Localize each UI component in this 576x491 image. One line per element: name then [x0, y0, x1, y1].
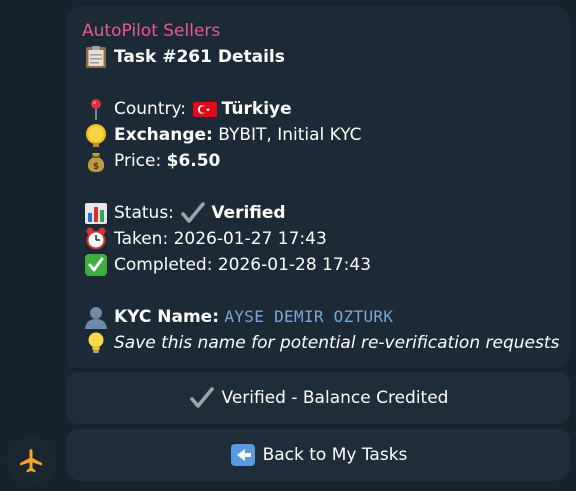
bar-chart-icon — [82, 201, 110, 225]
exchange-line: Exchange: BYBIT, Initial KYC — [82, 122, 554, 148]
country-value: Türkiye — [221, 99, 292, 119]
taken-line: Taken: 2026-01-27 17:43 — [82, 226, 554, 252]
task-title: Task #261 Details — [114, 47, 285, 67]
svg-text:$: $ — [93, 162, 99, 172]
price-value: $6.50 — [166, 151, 221, 171]
exchange-value: BYBIT, Initial KYC — [218, 125, 362, 145]
country-line: Country: Türkiye — [82, 96, 554, 122]
airplane-icon — [17, 447, 45, 475]
money-bag-icon: $ — [82, 149, 110, 173]
note-text: Save this name for potential re-verifica… — [114, 333, 560, 353]
completed-text: Completed: 2026-01-28 17:43 — [114, 255, 372, 275]
status-value: Verified — [211, 203, 286, 223]
verified-button-label: Verified - Balance Credited — [221, 388, 449, 408]
message-bubble: AutoPilot Sellers Task #261 Details Coun… — [66, 6, 570, 368]
price-label: Price: — [114, 151, 162, 171]
check-box-icon — [82, 253, 110, 277]
pin-icon — [82, 97, 110, 121]
turkey-flag-icon — [191, 97, 218, 121]
clipboard-icon — [82, 45, 110, 69]
check-mark-icon — [188, 386, 216, 410]
verified-balance-credited-button[interactable]: Verified - Balance Credited — [66, 372, 570, 424]
completed-line: Completed: 2026-01-28 17:43 — [82, 252, 554, 278]
back-button-label: Back to My Tasks — [262, 445, 408, 465]
status-label: Status: — [114, 203, 174, 223]
bot-avatar[interactable] — [6, 436, 56, 486]
kyc-name-value[interactable]: AYSE DEMIR OZTURK — [224, 304, 393, 330]
note-line: Save this name for potential re-verifica… — [82, 330, 559, 356]
light-bulb-icon — [82, 331, 110, 355]
alarm-clock-icon — [82, 227, 110, 251]
kyc-line: KYC Name: AYSE DEMIR OZTURK — [82, 304, 554, 330]
price-line: $ Price: $6.50 — [82, 148, 554, 174]
sender-name[interactable]: AutoPilot Sellers — [82, 18, 554, 44]
exchange-label: Exchange: — [114, 125, 213, 145]
status-line: Status: Verified — [82, 200, 554, 226]
back-to-my-tasks-button[interactable]: Back to My Tasks — [66, 429, 570, 481]
check-mark-icon — [179, 201, 207, 225]
back-arrow-icon — [229, 443, 257, 467]
medal-icon — [82, 123, 110, 147]
taken-text: Taken: 2026-01-27 17:43 — [114, 229, 327, 249]
task-title-line: Task #261 Details — [82, 44, 554, 70]
country-label: Country: — [114, 99, 187, 119]
kyc-label: KYC Name: — [114, 307, 220, 327]
user-silhouette-icon — [82, 305, 110, 329]
